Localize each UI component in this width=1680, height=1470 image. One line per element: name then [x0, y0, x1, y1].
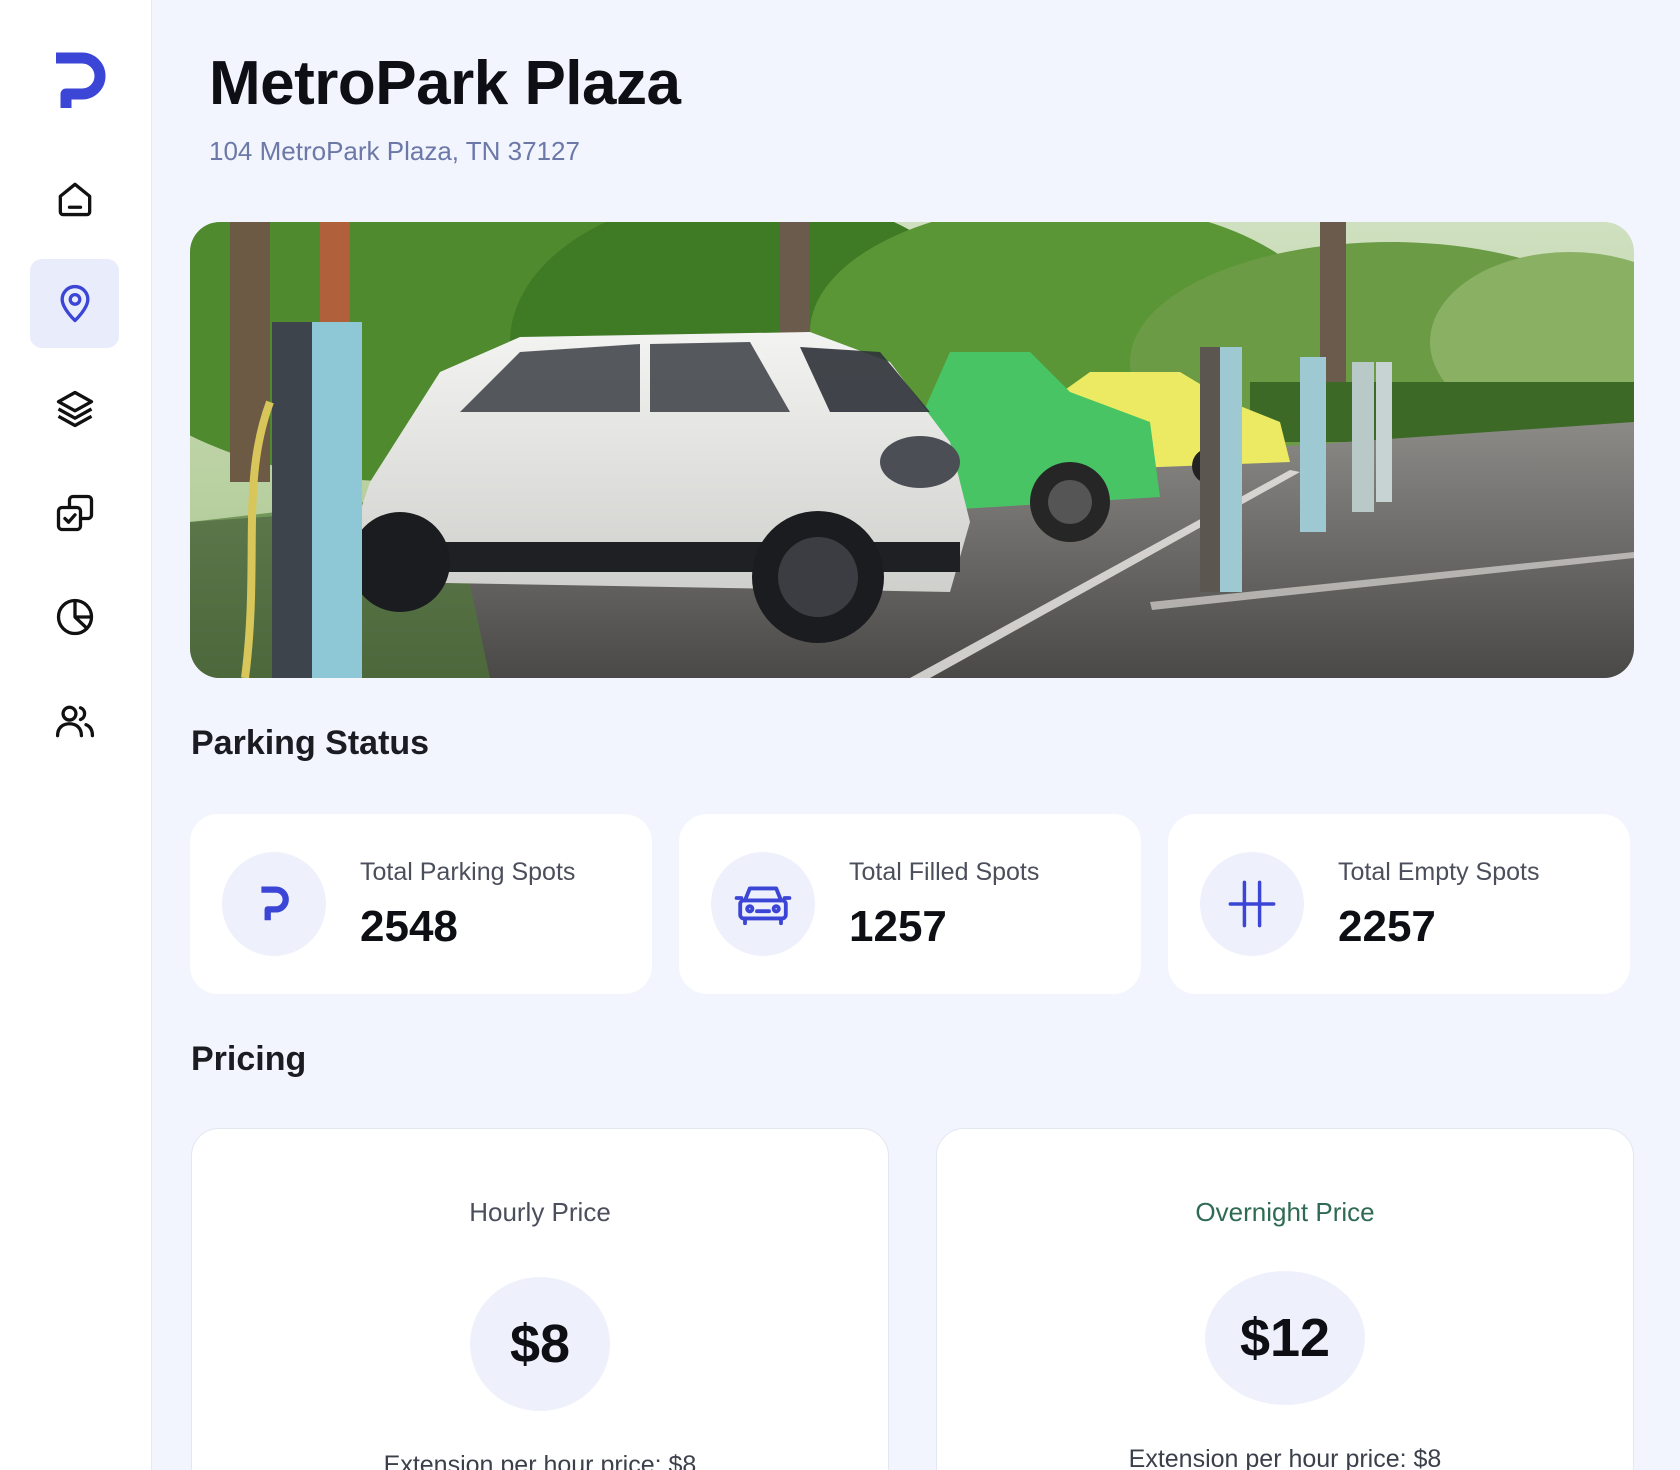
home-icon	[58, 182, 91, 216]
stat-card-empty-spots: Total Empty Spots 2257	[1168, 814, 1630, 994]
stat-label: Total Parking Spots	[360, 858, 576, 886]
price-value: $12	[1205, 1271, 1365, 1405]
page-title: MetroPark Plaza	[209, 49, 681, 118]
sidebar-item-users[interactable]	[30, 676, 119, 765]
sidebar	[0, 0, 152, 1470]
parking-p-logo[interactable]	[50, 50, 110, 112]
parking-lines-icon	[1200, 852, 1304, 956]
extension-price: Extension per hour price: $8	[1128, 1445, 1442, 1470]
sidebar-item-tasks[interactable]	[30, 468, 119, 557]
pricing-heading: Pricing	[191, 1040, 307, 1078]
stat-value: 2548	[360, 902, 458, 951]
map-pin-icon	[60, 284, 89, 322]
sidebar-item-layers[interactable]	[30, 364, 119, 453]
price-card-overnight: Overnight Price $12 Extension per hour p…	[936, 1128, 1634, 1470]
price-card-hourly: Hourly Price $8 Extension per hour price…	[191, 1128, 889, 1470]
layers-icon	[56, 390, 93, 427]
stat-card-total-spots: Total Parking Spots 2548	[190, 814, 652, 994]
copy-check-icon	[56, 494, 93, 531]
stat-value: 1257	[849, 902, 947, 951]
car-icon	[711, 852, 815, 956]
hero-image	[190, 222, 1634, 678]
stat-value: 2257	[1338, 902, 1436, 951]
main-content: MetroPark Plaza 104 MetroPark Plaza, TN …	[152, 0, 1680, 1470]
parking-status-heading: Parking Status	[191, 724, 430, 762]
sidebar-item-home[interactable]	[30, 154, 119, 243]
price-label: Hourly Price	[469, 1197, 611, 1227]
stat-label: Total Filled Spots	[849, 858, 1040, 886]
price-value: $8	[470, 1277, 610, 1411]
sidebar-item-locations[interactable]	[30, 259, 119, 348]
stat-card-filled-spots: Total Filled Spots 1257	[679, 814, 1141, 994]
price-label: Overnight Price	[1195, 1197, 1375, 1227]
stat-label: Total Empty Spots	[1338, 858, 1540, 886]
sidebar-item-analytics[interactable]	[30, 572, 119, 661]
location-address: 104 MetroPark Plaza, TN 37127	[209, 136, 580, 166]
pie-chart-icon	[56, 598, 93, 635]
extension-price: Extension per hour price: $8	[383, 1451, 697, 1470]
users-icon	[55, 705, 94, 737]
parking-p-icon	[222, 852, 326, 956]
